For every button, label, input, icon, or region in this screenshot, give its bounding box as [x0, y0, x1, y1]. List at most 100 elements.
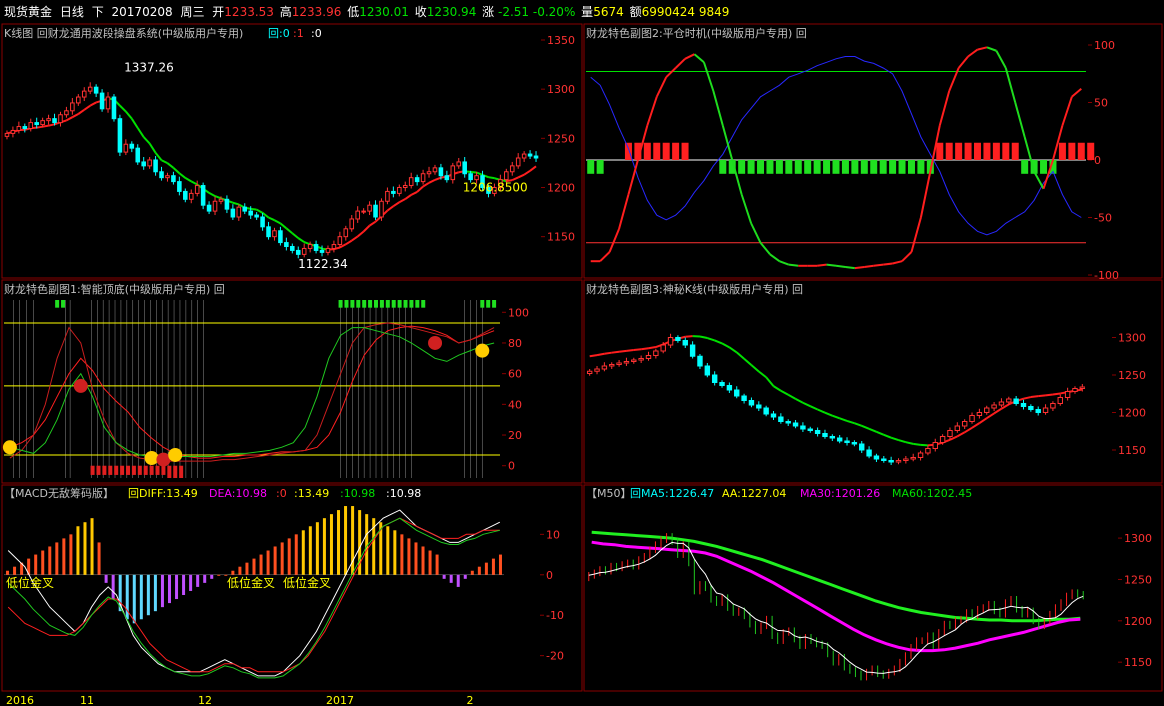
- kline-candle: [379, 200, 384, 218]
- kline-ma-segment: [208, 192, 216, 197]
- kline-high-annotation: 1337.26: [124, 60, 174, 74]
- sub2-main-segment: [892, 260, 903, 265]
- macd-annotation-1: 低位金叉: [6, 575, 54, 590]
- sub1-top-bar: [415, 300, 420, 308]
- macd-hist-bar: [252, 558, 256, 575]
- kline-ma-segment: [392, 201, 400, 208]
- kline-candle: [99, 92, 105, 110]
- sub2-signal-bar: [983, 142, 991, 160]
- macd-hist-bar: [456, 574, 460, 587]
- sub3-candle: [704, 365, 711, 376]
- m50-legend-1: AA:1227.04: [722, 487, 786, 500]
- macd-hist-bar: [231, 570, 235, 575]
- macd-hist-bar: [189, 574, 193, 591]
- sub3-candle: [601, 365, 608, 370]
- sub3-ma-segment: [846, 419, 855, 425]
- sub3-candle: [1020, 403, 1027, 407]
- kline-candle: [147, 159, 152, 167]
- sub2-main-segment: [759, 242, 771, 255]
- kline-candle: [105, 96, 111, 110]
- m50-ytick-label: 1300: [1124, 532, 1152, 545]
- sub3-ma-segment: [839, 417, 848, 422]
- sub3-candle: [947, 430, 953, 437]
- macd-hist-bar: [470, 570, 474, 575]
- kline-candle: [456, 161, 462, 167]
- macd-hist-bar: [266, 550, 270, 575]
- macd-legend-5: :10.98: [386, 487, 421, 500]
- sub3-ma-segment: [721, 342, 730, 349]
- sub1-top-bar: [486, 300, 491, 308]
- sub3-candle: [881, 458, 887, 461]
- sub3-candle: [594, 368, 600, 372]
- sub3-ma-segment: [765, 376, 775, 387]
- sub2-main-segment: [854, 265, 865, 270]
- sub2-main-segment: [693, 53, 705, 64]
- kline-ma-segment: [42, 124, 49, 128]
- sub2-main-segment: [627, 159, 639, 195]
- kline-candle: [385, 190, 390, 202]
- macd-legend-4: :10.98: [340, 487, 375, 500]
- sub3-ma-segment: [978, 417, 988, 424]
- kline-ytick-label: 1350: [547, 34, 575, 47]
- sub2-main-segment: [740, 194, 753, 224]
- sub2-main-segment: [618, 194, 630, 230]
- sub3-ma-segment: [714, 339, 723, 345]
- sub2-main-segment: [977, 46, 988, 51]
- sub2-main-segment: [835, 264, 846, 268]
- macd-annotation-2: 低位金叉: [227, 575, 275, 590]
- sub2-main-segment: [712, 90, 724, 126]
- kline-ma-segment: [303, 241, 311, 246]
- sub2-main-segment: [938, 90, 951, 126]
- sub2-main-segment: [817, 263, 827, 267]
- kline-candle: [290, 246, 295, 251]
- kline-candle: [46, 118, 51, 122]
- sub1-signal-dot: [428, 335, 443, 350]
- sub3-ma-segment: [596, 352, 605, 357]
- sub3-ma-segment: [913, 442, 921, 446]
- sub3-candle: [1057, 397, 1063, 404]
- chart-stage[interactable]: K线图 回财龙通用波段操盘系统(中级版用户专用) 回:0:1:0 1350 1300 1…: [0, 0, 1164, 706]
- sub2-main-segment: [845, 265, 855, 270]
- kline-candle: [438, 167, 444, 177]
- macd-hist-bar: [62, 538, 66, 575]
- sub1-bottom-bar: [108, 465, 113, 475]
- kline-candle: [34, 122, 39, 126]
- kline-ma-segment: [529, 165, 537, 172]
- sub3-candle: [1050, 403, 1056, 409]
- macd-hist-bar: [217, 574, 221, 576]
- kline-ma-segment: [190, 180, 198, 186]
- sub3-ma-segment: [1023, 396, 1032, 400]
- kline-ma-segment: [166, 162, 175, 169]
- sub3-candle: [1028, 406, 1034, 410]
- sub2-signal-bar: [747, 160, 755, 174]
- kline-candle: [254, 214, 259, 218]
- sub2-signal-bar: [766, 160, 774, 174]
- m50-title: 【M50】: [586, 487, 632, 500]
- sub3-ma-segment: [1038, 394, 1046, 398]
- sub1-smile-icon: [168, 447, 183, 462]
- macd-xtick-label: 2017: [326, 694, 354, 706]
- sub2-main-segment: [684, 53, 695, 60]
- macd-xtick-label: 12: [198, 694, 212, 706]
- sub1-bottom-bar: [155, 465, 160, 475]
- kline-candle: [135, 147, 141, 163]
- sub3-candle: [616, 362, 622, 365]
- macd-hist-bar: [400, 534, 404, 575]
- sub2-ytick-label: 50: [1094, 97, 1108, 110]
- sub3-candle: [631, 359, 637, 362]
- sub2-signal-bar: [1011, 142, 1019, 160]
- sub3-ma-segment: [905, 441, 914, 445]
- sub3-ma-segment: [861, 424, 870, 430]
- sub1-top-bar: [374, 300, 378, 308]
- kline-candle: [509, 165, 515, 173]
- kline-candle: [16, 126, 22, 131]
- sub1-top-bar: [403, 300, 408, 308]
- sub3-candle: [726, 385, 733, 391]
- sub3-ma-segment: [824, 411, 833, 417]
- sub3-ma-segment: [854, 422, 863, 427]
- sub2-signal-bar: [879, 160, 887, 174]
- kline-candle: [301, 247, 307, 255]
- sub3-candle: [925, 448, 931, 454]
- kline-candle: [224, 198, 230, 210]
- sub1-smile-icon: [144, 451, 159, 466]
